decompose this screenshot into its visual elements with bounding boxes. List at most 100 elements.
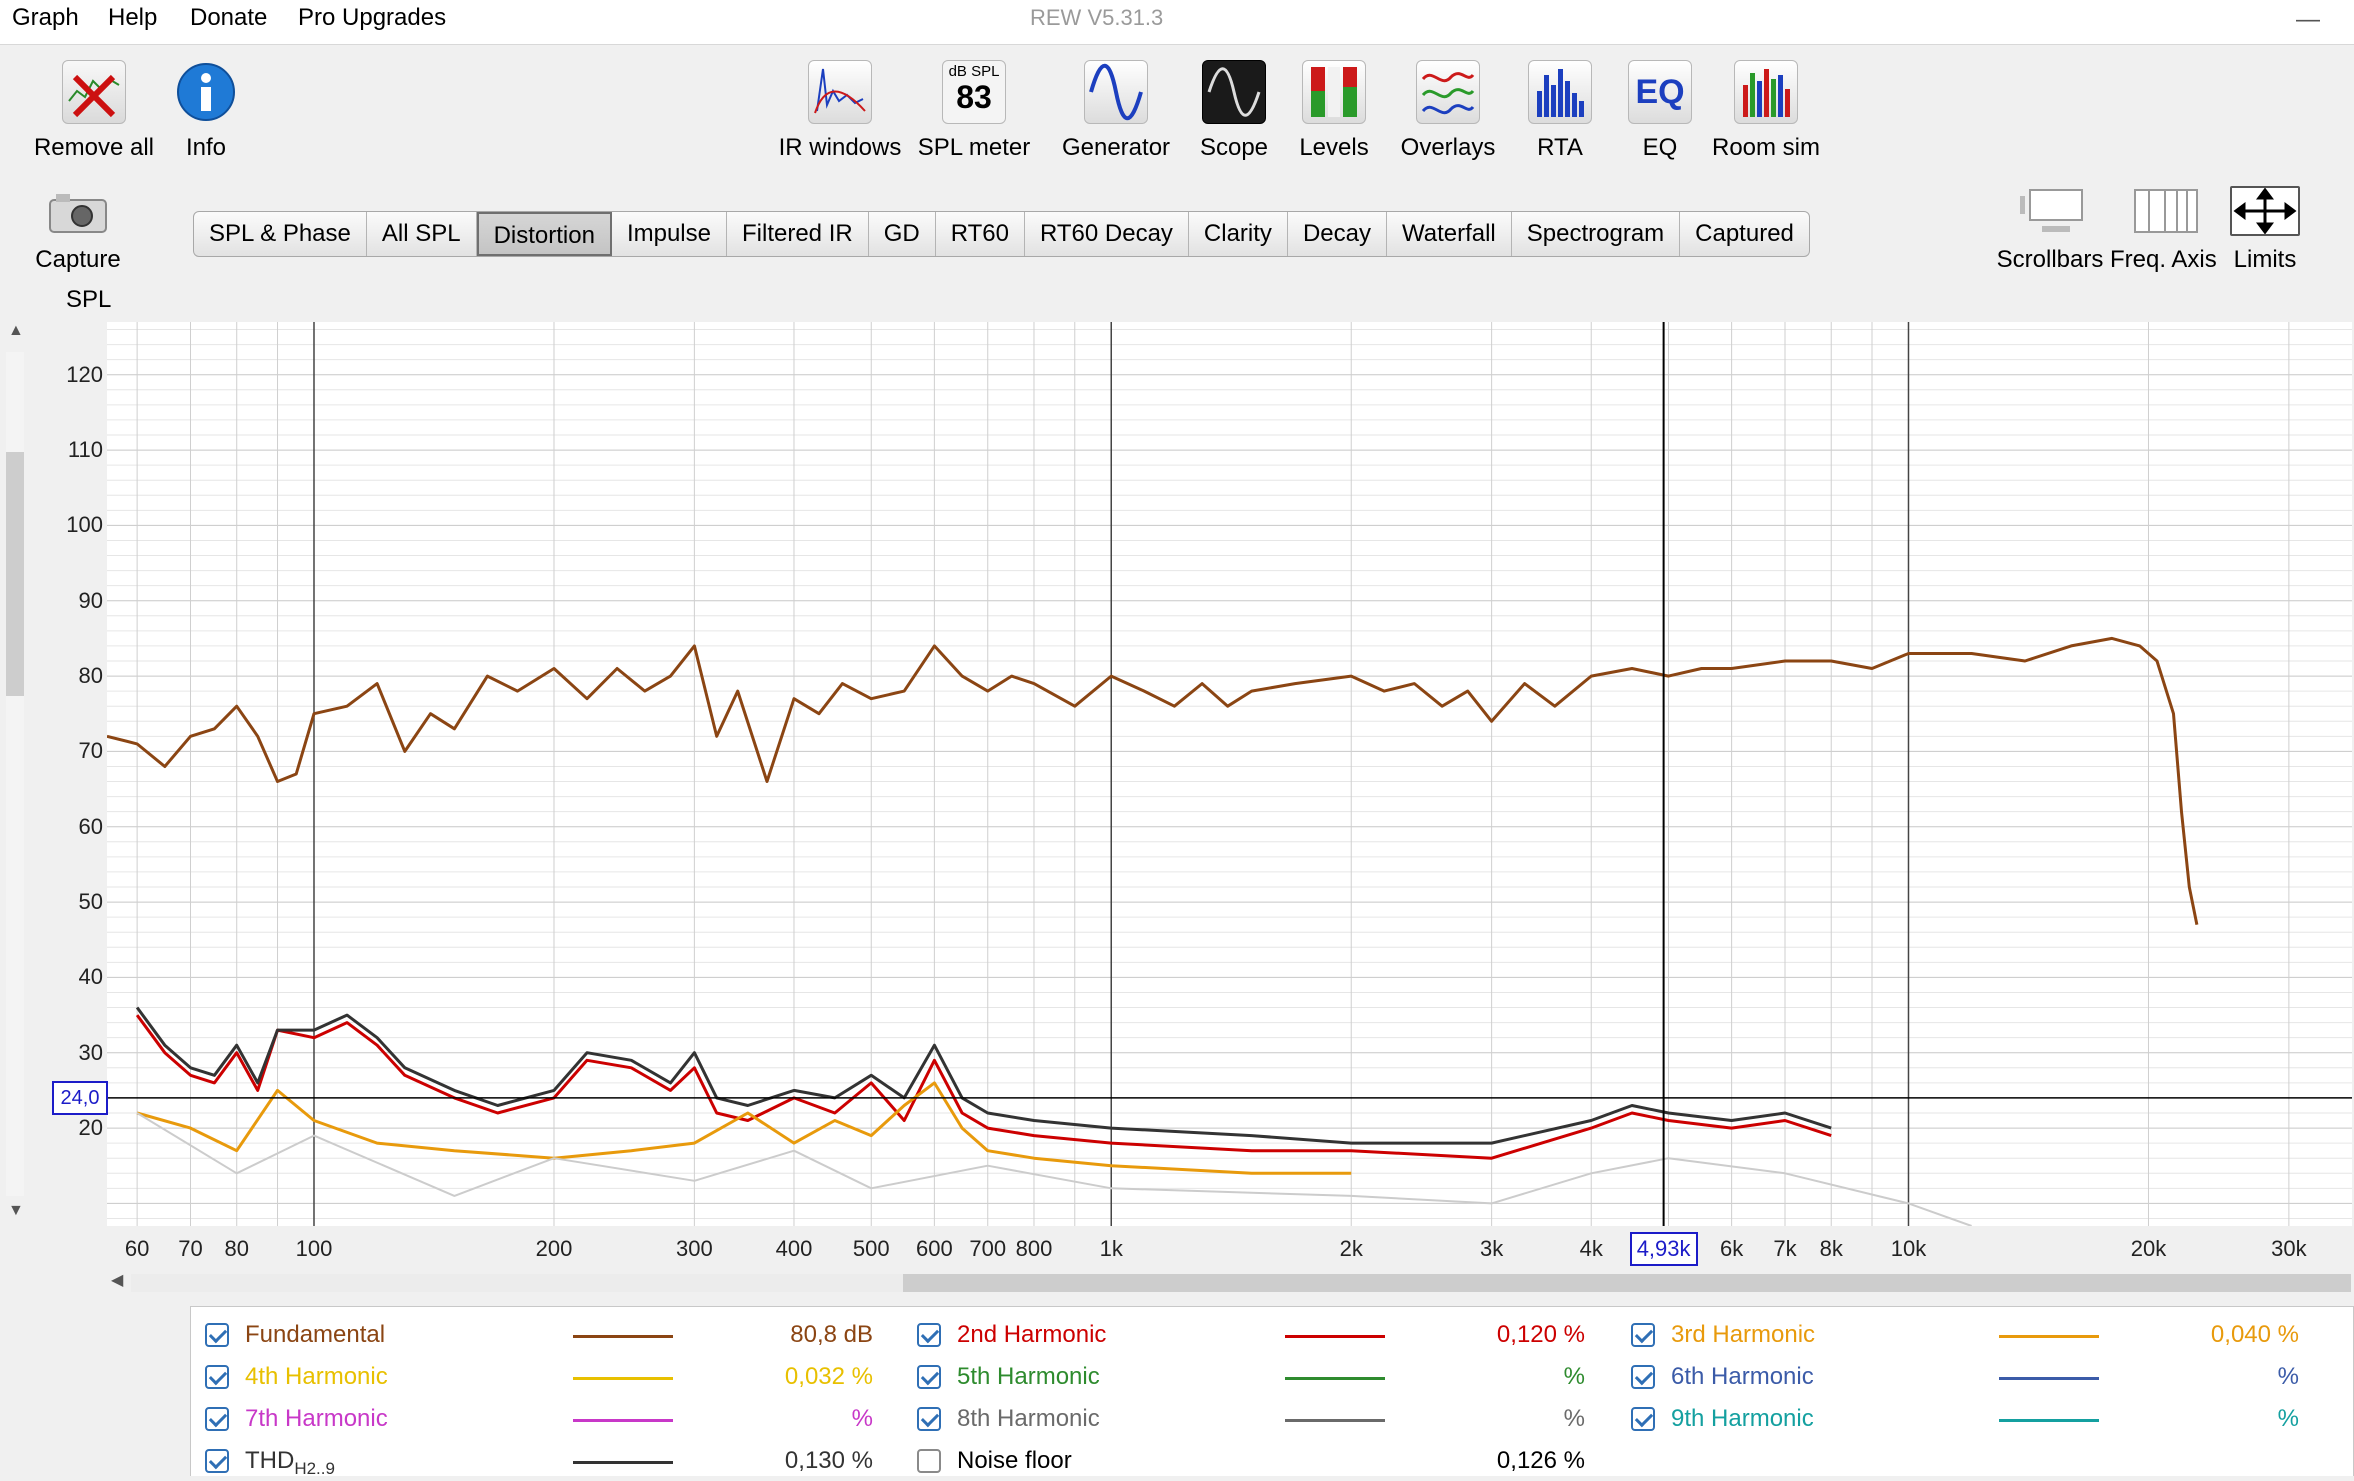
menu-graph[interactable]: Graph — [12, 4, 79, 32]
x-tick-label: 80 — [224, 1236, 249, 1261]
legend-checkbox[interactable] — [917, 1407, 941, 1431]
rta-icon — [1528, 60, 1592, 124]
levels-button[interactable]: Levels — [1294, 60, 1374, 162]
scroll-left-icon[interactable]: ◀ — [111, 1270, 123, 1290]
series-line-thd — [135, 1006, 1832, 1145]
menu-bar: Graph Help Donate Pro Upgrades REW V5.31… — [0, 0, 2354, 45]
legend-color-swatch — [1285, 1335, 1385, 1338]
legend-item-8th-harmonic: 8th Harmonic% — [903, 1399, 1585, 1439]
horizontal-scrollbar[interactable]: ◀ — [107, 1272, 2352, 1294]
legend-name: 6th Harmonic — [1671, 1363, 1814, 1391]
scroll-down-icon[interactable]: ▼ — [8, 1202, 24, 1220]
minimize-button[interactable]: — — [2296, 6, 2320, 34]
freq-axis-icon — [2131, 186, 2198, 236]
spl-meter-button[interactable]: dB SPL 83 SPL meter — [912, 60, 1036, 162]
remove-all-button[interactable]: Remove all — [30, 60, 158, 162]
x-tick-label: 20k — [2130, 1236, 2167, 1261]
legend-name: Fundamental — [245, 1321, 385, 1349]
legend-name-text: 4th Harmonic — [245, 1363, 388, 1390]
tab-all-spl[interactable]: All SPL — [367, 212, 477, 256]
menu-pro-upgrades[interactable]: Pro Upgrades — [298, 4, 446, 32]
rta-button[interactable]: RTA — [1520, 60, 1600, 162]
tab-waterfall[interactable]: Waterfall — [1387, 212, 1512, 256]
horizontal-scroll-thumb[interactable] — [903, 1274, 2351, 1292]
legend-value: 0,130 % — [784, 1447, 873, 1474]
legend-name: Noise floor — [957, 1447, 1072, 1475]
legend-item-9th-harmonic: 9th Harmonic% — [1617, 1399, 2299, 1439]
legend-checkbox[interactable] — [1631, 1323, 1655, 1347]
legend-checkbox[interactable] — [205, 1365, 229, 1389]
scope-button[interactable]: Scope — [1184, 60, 1284, 162]
spl-badge-top: dB SPL — [948, 63, 1000, 80]
graph-plot-area[interactable] — [106, 322, 2352, 1227]
app-title: REW V5.31.3 — [1030, 5, 1164, 30]
freq-axis-button[interactable]: Freq. Axis — [2110, 186, 2217, 274]
legend-name: 5th Harmonic — [957, 1363, 1100, 1391]
eq-button[interactable]: EQ EQ — [1620, 60, 1700, 162]
capture-button[interactable]: Capture — [28, 190, 128, 274]
legend-name: 4th Harmonic — [245, 1363, 388, 1391]
tab-spl-phase[interactable]: SPL & Phase — [194, 212, 367, 256]
scroll-up-icon[interactable]: ▲ — [8, 322, 24, 340]
legend-item-thd: THDH2..9 0,130 % — [191, 1441, 873, 1481]
legend-name: 8th Harmonic — [957, 1405, 1100, 1433]
room-sim-icon — [1734, 60, 1798, 124]
legend-checkbox[interactable] — [205, 1407, 229, 1431]
legend-checkbox[interactable] — [205, 1323, 229, 1347]
x-tick-label: 1k — [1099, 1236, 1123, 1261]
freq-axis-label: Freq. Axis — [2110, 246, 2217, 273]
scope-icon — [1202, 60, 1266, 124]
vertical-scroll-thumb[interactable] — [6, 452, 24, 696]
legend-checkbox[interactable] — [1631, 1407, 1655, 1431]
tab-distortion[interactable]: Distortion — [476, 212, 612, 256]
generator-button[interactable]: Generator — [1054, 60, 1178, 162]
menu-help[interactable]: Help — [108, 4, 157, 32]
cursor-level-readout: 24,0 — [52, 1080, 108, 1115]
overlays-button[interactable]: Overlays — [1394, 60, 1502, 162]
legend-name: 2nd Harmonic — [957, 1321, 1106, 1349]
tab-gd[interactable]: GD — [869, 212, 936, 256]
overlays-icon — [1416, 60, 1480, 124]
scrollbars-icon — [2018, 186, 2083, 236]
legend-color-swatch — [1999, 1377, 2099, 1380]
x-tick-label: 2k — [1339, 1236, 1363, 1261]
legend-item-4th-harmonic: 4th Harmonic 0,032 % — [191, 1357, 873, 1397]
legend-value: % — [2277, 1405, 2299, 1432]
ir-windows-button[interactable]: IR windows — [778, 60, 902, 162]
tab-decay[interactable]: Decay — [1288, 212, 1387, 256]
room-sim-button[interactable]: Room sim — [1706, 60, 1826, 162]
tab-filtered-ir[interactable]: Filtered IR — [727, 212, 869, 256]
vertical-scrollbar[interactable]: ▲ ▼ — [4, 322, 26, 1226]
legend-name-text: Fundamental — [245, 1321, 386, 1348]
limits-button[interactable]: Limits — [2222, 186, 2308, 274]
x-tick-label: 8k — [1819, 1236, 1843, 1261]
menu-donate[interactable]: Donate — [190, 4, 267, 32]
info-icon — [174, 60, 238, 124]
legend-checkbox[interactable] — [205, 1449, 229, 1473]
x-tick-label: 70 — [178, 1236, 203, 1261]
legend-checkbox[interactable] — [1631, 1365, 1655, 1389]
generator-icon — [1084, 60, 1148, 124]
tab-captured[interactable]: Captured — [1680, 212, 1809, 256]
legend-name-subscript: H2..9 — [294, 1458, 335, 1478]
y-axis-title: SPL — [66, 286, 112, 313]
x-tick-label: 4k — [1579, 1236, 1603, 1261]
y-tick-label: 110 — [67, 437, 103, 463]
tab-impulse[interactable]: Impulse — [612, 212, 727, 256]
info-button[interactable]: Info — [166, 60, 246, 162]
x-tick-label: 500 — [852, 1236, 890, 1261]
x-tick-label: 400 — [775, 1236, 813, 1261]
legend-checkbox[interactable] — [917, 1323, 941, 1347]
tab-rt60[interactable]: RT60 — [936, 212, 1025, 256]
room-sim-label: Room sim — [1711, 134, 1820, 161]
tab-spectrogram[interactable]: Spectrogram — [1512, 212, 1681, 256]
legend-checkbox[interactable] — [917, 1449, 941, 1473]
tab-clarity[interactable]: Clarity — [1189, 212, 1288, 256]
legend-name-text: 3rd Harmonic — [1671, 1321, 1816, 1348]
legend-name: THDH2..9 — [245, 1447, 335, 1479]
legend-color-swatch — [573, 1461, 673, 1464]
legend-item-6th-harmonic: 6th Harmonic% — [1617, 1357, 2299, 1397]
tab-rt60-decay[interactable]: RT60 Decay — [1025, 212, 1189, 256]
scrollbars-button[interactable]: Scrollbars — [1992, 186, 2108, 274]
legend-checkbox[interactable] — [917, 1365, 941, 1389]
